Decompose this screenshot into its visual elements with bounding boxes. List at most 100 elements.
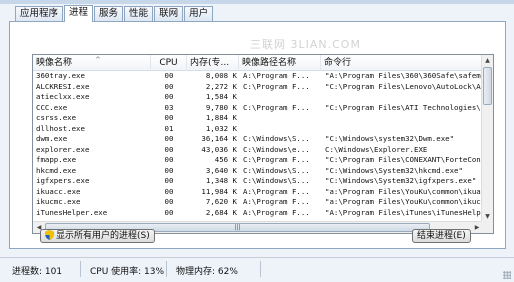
table-row[interactable]: explorer.exe 00 43,036 K C:\Windows\e... C:\… [33, 145, 483, 156]
table-row[interactable]: ALCKRESI.exe 00 2,272 K C:\Program F... "C:\… [33, 82, 483, 93]
cell-image-name: ikuacc.exe [36, 186, 81, 196]
cell-image-name: dwm.exe [36, 134, 68, 143]
scroll-corner [481, 221, 493, 233]
cell-command-line: C:\Windows\Explorer.EXE [325, 144, 428, 154]
cell-image-name: igfxpers.exe [36, 176, 90, 185]
cell-cpu: 00 [164, 81, 174, 91]
show-all-users-processes-label: 显示所有用户的进程(S) [56, 231, 150, 241]
cell-cpu: 00 [164, 176, 174, 185]
end-process-button[interactable]: 结束进程(E) [412, 229, 471, 243]
cell-cpu: 00 [164, 134, 174, 143]
status-divider [166, 261, 167, 277]
cell-image-name: atieclxx.exe [36, 92, 90, 101]
cell-image-name: iTunesHelper.exe [36, 207, 108, 217]
cell-command-line: "a:\Program Files\YouKu\common\ikucm [325, 197, 483, 206]
status-divider [80, 261, 81, 277]
cell-cpu: 00 [164, 92, 174, 101]
cell-image-path: C:\Windows\S... [243, 134, 310, 143]
tab-networking[interactable]: 联网 [154, 6, 184, 21]
cell-command-line: "C:\Program Files\CONEXANT\ForteConf [325, 155, 483, 164]
cell-memory: 43,036 K [201, 144, 237, 154]
table-row[interactable]: dwm.exe 00 36,164 K C:\Windows\S... "C:\Wind… [33, 134, 483, 145]
cell-command-line [325, 92, 483, 103]
cell-cpu: 00 [164, 71, 174, 80]
column-header-cpu[interactable]: CPU [151, 55, 187, 71]
status-physical-memory: 物理内存: 62% [176, 267, 238, 277]
cell-image-path [243, 124, 321, 135]
cell-image-path: C:\Program F... [243, 102, 310, 112]
cell-cpu: 00 [164, 197, 174, 206]
vertical-scrollbar[interactable]: ▲ ▼ [481, 55, 493, 222]
status-cpu-usage: CPU 使用率: 13% [90, 267, 165, 277]
cell-image-path [243, 92, 321, 103]
processes-panel: 三联网 3LIAN.COM 映像名称 ^ CPU 内存(专... 映像路径名称 … [9, 21, 506, 249]
table-row[interactable]: ikuacc.exe 00 11,984 K A:\Program F... "a:\P… [33, 187, 483, 198]
scroll-up-icon[interactable]: ▲ [482, 55, 493, 66]
cell-cpu: 03 [164, 102, 174, 112]
sort-ascending-icon: ^ [95, 56, 101, 64]
column-label: 映像名称 [36, 58, 73, 68]
cell-cpu: 01 [164, 123, 174, 133]
tab-strip: 应用程序 进程 服务 性能 联网 用户 [15, 5, 214, 22]
cell-command-line: "C:\Windows\System32\igfxpers.exe" [325, 176, 477, 185]
cell-memory: 11,984 K [201, 186, 237, 196]
cell-image-path: A:\Program F... [243, 197, 310, 206]
cell-image-path: C:\Windows\S... [243, 165, 310, 175]
column-header-image-name[interactable]: 映像名称 ^ [33, 55, 151, 71]
cell-command-line: "A:\Program Files\iTunes\iTunesHelpe [325, 207, 483, 217]
table-header: 映像名称 ^ CPU 内存(专... 映像路径名称 命令行 [33, 55, 483, 71]
cell-command-line: "C:\Program Files\Lenovo\AutoLock\AL [325, 81, 483, 91]
cell-image-name: csrss.exe [36, 113, 77, 122]
column-header-command-line[interactable]: 命令行 [321, 55, 483, 71]
cell-memory: 2,272 K [205, 81, 237, 91]
tab-users[interactable]: 用户 [184, 6, 214, 21]
column-header-memory[interactable]: 内存(专... [187, 55, 239, 71]
cell-image-name: hkcmd.exe [36, 165, 77, 175]
cell-command-line: "C:\Windows\System32\hkcmd.exe" [325, 165, 463, 175]
cell-cpu: 00 [164, 113, 174, 122]
vertical-scroll-thumb[interactable] [483, 67, 492, 105]
table-row[interactable]: hkcmd.exe 00 3,640 K C:\Windows\S... "C:\Win… [33, 166, 483, 177]
cell-command-line: "C:\Windows\system32\Dwm.exe" [325, 134, 455, 143]
cell-cpu: 00 [164, 144, 174, 154]
tab-applications[interactable]: 应用程序 [15, 6, 64, 21]
cell-memory: 1,884 K [205, 113, 237, 122]
table-row[interactable]: iTunesHelper.exe 00 2,684 K A:\Program F...… [33, 208, 483, 219]
cell-command-line: "C:\Program Files\ATI Technologies\A [325, 102, 483, 112]
table-row[interactable]: igfxpers.exe 00 1,348 K C:\Windows\S... "C:\… [33, 176, 483, 187]
tab-processes[interactable]: 进程 [64, 5, 94, 22]
cell-command-line: "a:\Program Files\YouKu\common\ikuac [325, 186, 483, 196]
table-body: 360tray.exe 00 8,008 K A:\Program F... "A:\P… [33, 71, 483, 222]
cell-memory: 8,008 K [205, 71, 237, 80]
cell-cpu: 00 [164, 165, 174, 175]
cell-memory: 1,032 K [205, 123, 237, 133]
cell-image-path: C:\Windows\e... [243, 144, 310, 154]
cell-memory: 36,164 K [201, 134, 237, 143]
table-row[interactable]: atieclxx.exe 00 1,584 K [33, 92, 483, 103]
table-row[interactable]: 360tray.exe 00 8,008 K A:\Program F... "A:\P… [33, 71, 483, 82]
cell-image-path: C:\Program F... [243, 81, 310, 91]
column-header-image-path[interactable]: 映像路径名称 [239, 55, 321, 71]
cell-memory: 7,620 K [205, 197, 237, 206]
table-row[interactable]: CCC.exe 03 9,780 K C:\Program F... "C:\Progr… [33, 103, 483, 114]
table-row[interactable]: csrss.exe 00 1,884 K [33, 113, 483, 124]
table-row[interactable]: dllhost.exe 01 1,032 K [33, 124, 483, 135]
watermark: 三联网 3LIAN.COM [250, 38, 361, 51]
cell-image-name: ALCKRESI.exe [36, 81, 90, 91]
status-bar: 进程数: 101 CPU 使用率: 13% 物理内存: 62% [0, 257, 514, 282]
process-table[interactable]: 映像名称 ^ CPU 内存(专... 映像路径名称 命令行 360tray.ex… [32, 54, 494, 234]
cell-image-name: dllhost.exe [36, 123, 85, 133]
cell-memory: 456 K [214, 155, 237, 164]
table-row[interactable]: fmapp.exe 00 456 K C:\Program F... "C:\Progr… [33, 155, 483, 166]
cell-image-path: C:\Windows\S... [243, 176, 310, 185]
show-all-users-processes-button[interactable]: 显示所有用户的进程(S) [40, 229, 155, 243]
cell-memory: 3,640 K [205, 165, 237, 175]
cell-cpu: 00 [164, 186, 174, 196]
table-row[interactable]: ikucmc.exe 00 7,620 K A:\Program F... "a:\Pr… [33, 197, 483, 208]
status-divider [260, 261, 261, 277]
tab-performance[interactable]: 性能 [124, 6, 154, 21]
cell-image-path [243, 113, 321, 124]
tab-services[interactable]: 服务 [94, 6, 124, 21]
cell-memory: 1,584 K [205, 92, 237, 101]
resize-grip-icon[interactable] [503, 271, 511, 279]
